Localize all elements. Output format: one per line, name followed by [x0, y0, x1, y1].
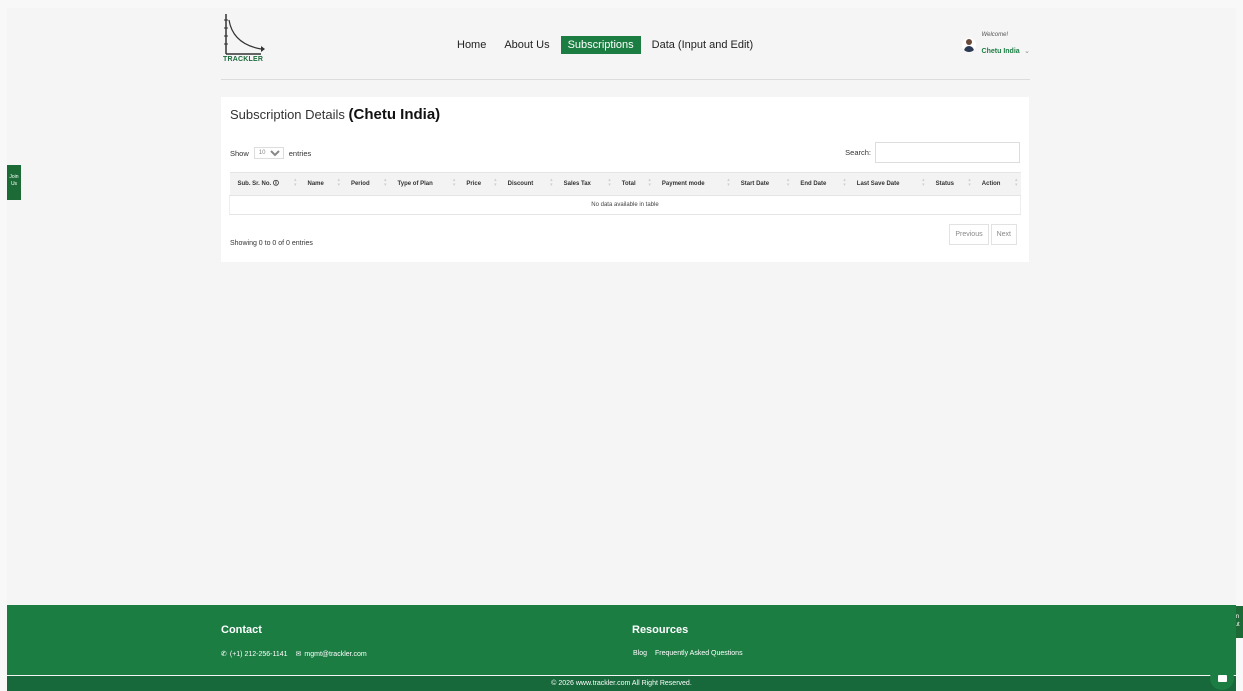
- contact-info: ✆ (+1) 212-256-1141 ✉ mgmt@trackler.com: [221, 650, 367, 659]
- trackler-logo[interactable]: TRACKLER: [221, 12, 281, 67]
- search-control: Search:: [845, 142, 1020, 163]
- table-info: Showing 0 to 0 of 0 entries: [230, 240, 313, 247]
- entries-length-control: Show 10 entries: [230, 147, 311, 159]
- envelope-icon: ✉: [295, 651, 302, 658]
- phone-icon: ✆: [221, 651, 227, 658]
- col-end-date[interactable]: End Date ▴ ▾: [792, 172, 849, 196]
- col-name[interactable]: Name ▴ ▾: [299, 172, 343, 196]
- search-input[interactable]: [875, 142, 1020, 163]
- pagination: Previous Next: [949, 224, 1017, 245]
- faq-link[interactable]: Frequently Asked Questions: [655, 650, 743, 657]
- search-label: Search:: [845, 148, 871, 157]
- chat-button[interactable]: [1210, 666, 1234, 690]
- next-button[interactable]: Next: [990, 224, 1017, 245]
- info-icon: 🛈: [272, 181, 279, 187]
- welcome-text: Welcome!: [981, 32, 1009, 38]
- logo-wordmark: TRACKLER: [223, 56, 264, 63]
- copyright-bar: © 2026 www.trackler.com All Right Reserv…: [7, 676, 1236, 691]
- col-start-date[interactable]: Start Date ▴ ▾: [732, 172, 793, 196]
- nav-data-input-edit[interactable]: Data (Input and Edit): [645, 36, 761, 54]
- email-link[interactable]: ✉ mgmt@trackler.com: [295, 650, 367, 659]
- main-nav: Home About Us Subscriptions Data (Input …: [450, 36, 760, 54]
- col-status[interactable]: Status ▴ ▾: [927, 172, 974, 196]
- blog-link[interactable]: Blog: [633, 650, 647, 657]
- show-label: Show: [230, 148, 249, 158]
- col-total[interactable]: Total ▴ ▾: [613, 172, 654, 196]
- contact-heading: Contact: [221, 624, 262, 636]
- page-title: Subscription Details (Chetu India): [230, 106, 441, 123]
- col-payment-mode[interactable]: Payment mode ▴ ▾: [653, 172, 733, 196]
- previous-button[interactable]: Previous: [949, 224, 989, 245]
- nav-home[interactable]: Home: [450, 36, 493, 54]
- col-last-save-date[interactable]: Last Save Date ▴ ▾: [848, 172, 928, 196]
- logo-graph-icon: [224, 14, 265, 55]
- phone-link[interactable]: ✆ (+1) 212-256-1141: [221, 650, 288, 659]
- col-price[interactable]: Price ▴ ▾: [458, 172, 500, 196]
- col-period[interactable]: Period ▴ ▾: [342, 172, 390, 196]
- nav-subscriptions[interactable]: Subscriptions: [560, 36, 641, 54]
- table-row: No data available in table: [229, 195, 1021, 215]
- col-type-of-plan[interactable]: Type of Plan ▴ ▾: [389, 172, 459, 196]
- avatar: [961, 37, 976, 52]
- col-action[interactable]: Action ▴ ▾: [973, 172, 1021, 196]
- resources-heading: Resources: [632, 624, 689, 636]
- company-name: (Chetu India): [348, 106, 441, 123]
- user-menu[interactable]: Welcome! Chetu India ⌄: [961, 32, 1030, 57]
- join-us-tab[interactable]: Join Us: [7, 165, 21, 200]
- nav-about-us[interactable]: About Us: [497, 36, 556, 54]
- site-header: TRACKLER Home About Us Subscriptions Dat…: [221, 10, 1030, 80]
- empty-table-message: No data available in table: [229, 195, 1021, 215]
- chat-icon: [1217, 674, 1227, 682]
- username: Chetu India: [981, 48, 1020, 55]
- col-sub-sr-no[interactable]: Sub. Sr. No. 🛈 ▴ ▾: [229, 172, 300, 196]
- entries-select[interactable]: 10: [253, 147, 284, 159]
- subscriptions-table: Sub. Sr. No. 🛈 ▴ ▾ Name ▴ ▾ Period ▴ ▾ Type of…: [229, 172, 1021, 215]
- site-footer: Contact ✆ (+1) 212-256-1141 ✉ mgmt@trackle…: [7, 605, 1236, 675]
- table-header-row: Sub. Sr. No. 🛈 ▴ ▾ Name ▴ ▾ Period ▴ ▾ Type of…: [229, 172, 1021, 196]
- chevron-down-icon: ⌄: [1024, 48, 1030, 55]
- subscription-card: Subscription Details (Chetu India) Show …: [221, 97, 1029, 262]
- resources-links: Blog Frequently Asked Questions: [633, 650, 743, 657]
- entries-label: entries: [288, 148, 312, 158]
- col-discount[interactable]: Discount ▴ ▾: [499, 172, 556, 196]
- col-sales-tax[interactable]: Sales Tax ▴ ▾: [555, 172, 614, 196]
